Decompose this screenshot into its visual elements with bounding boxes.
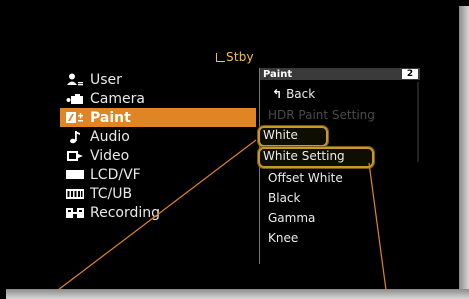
callout-line-white-setting	[368, 162, 387, 291]
callout-lines	[57, 139, 387, 291]
callout-line-white	[57, 139, 257, 291]
